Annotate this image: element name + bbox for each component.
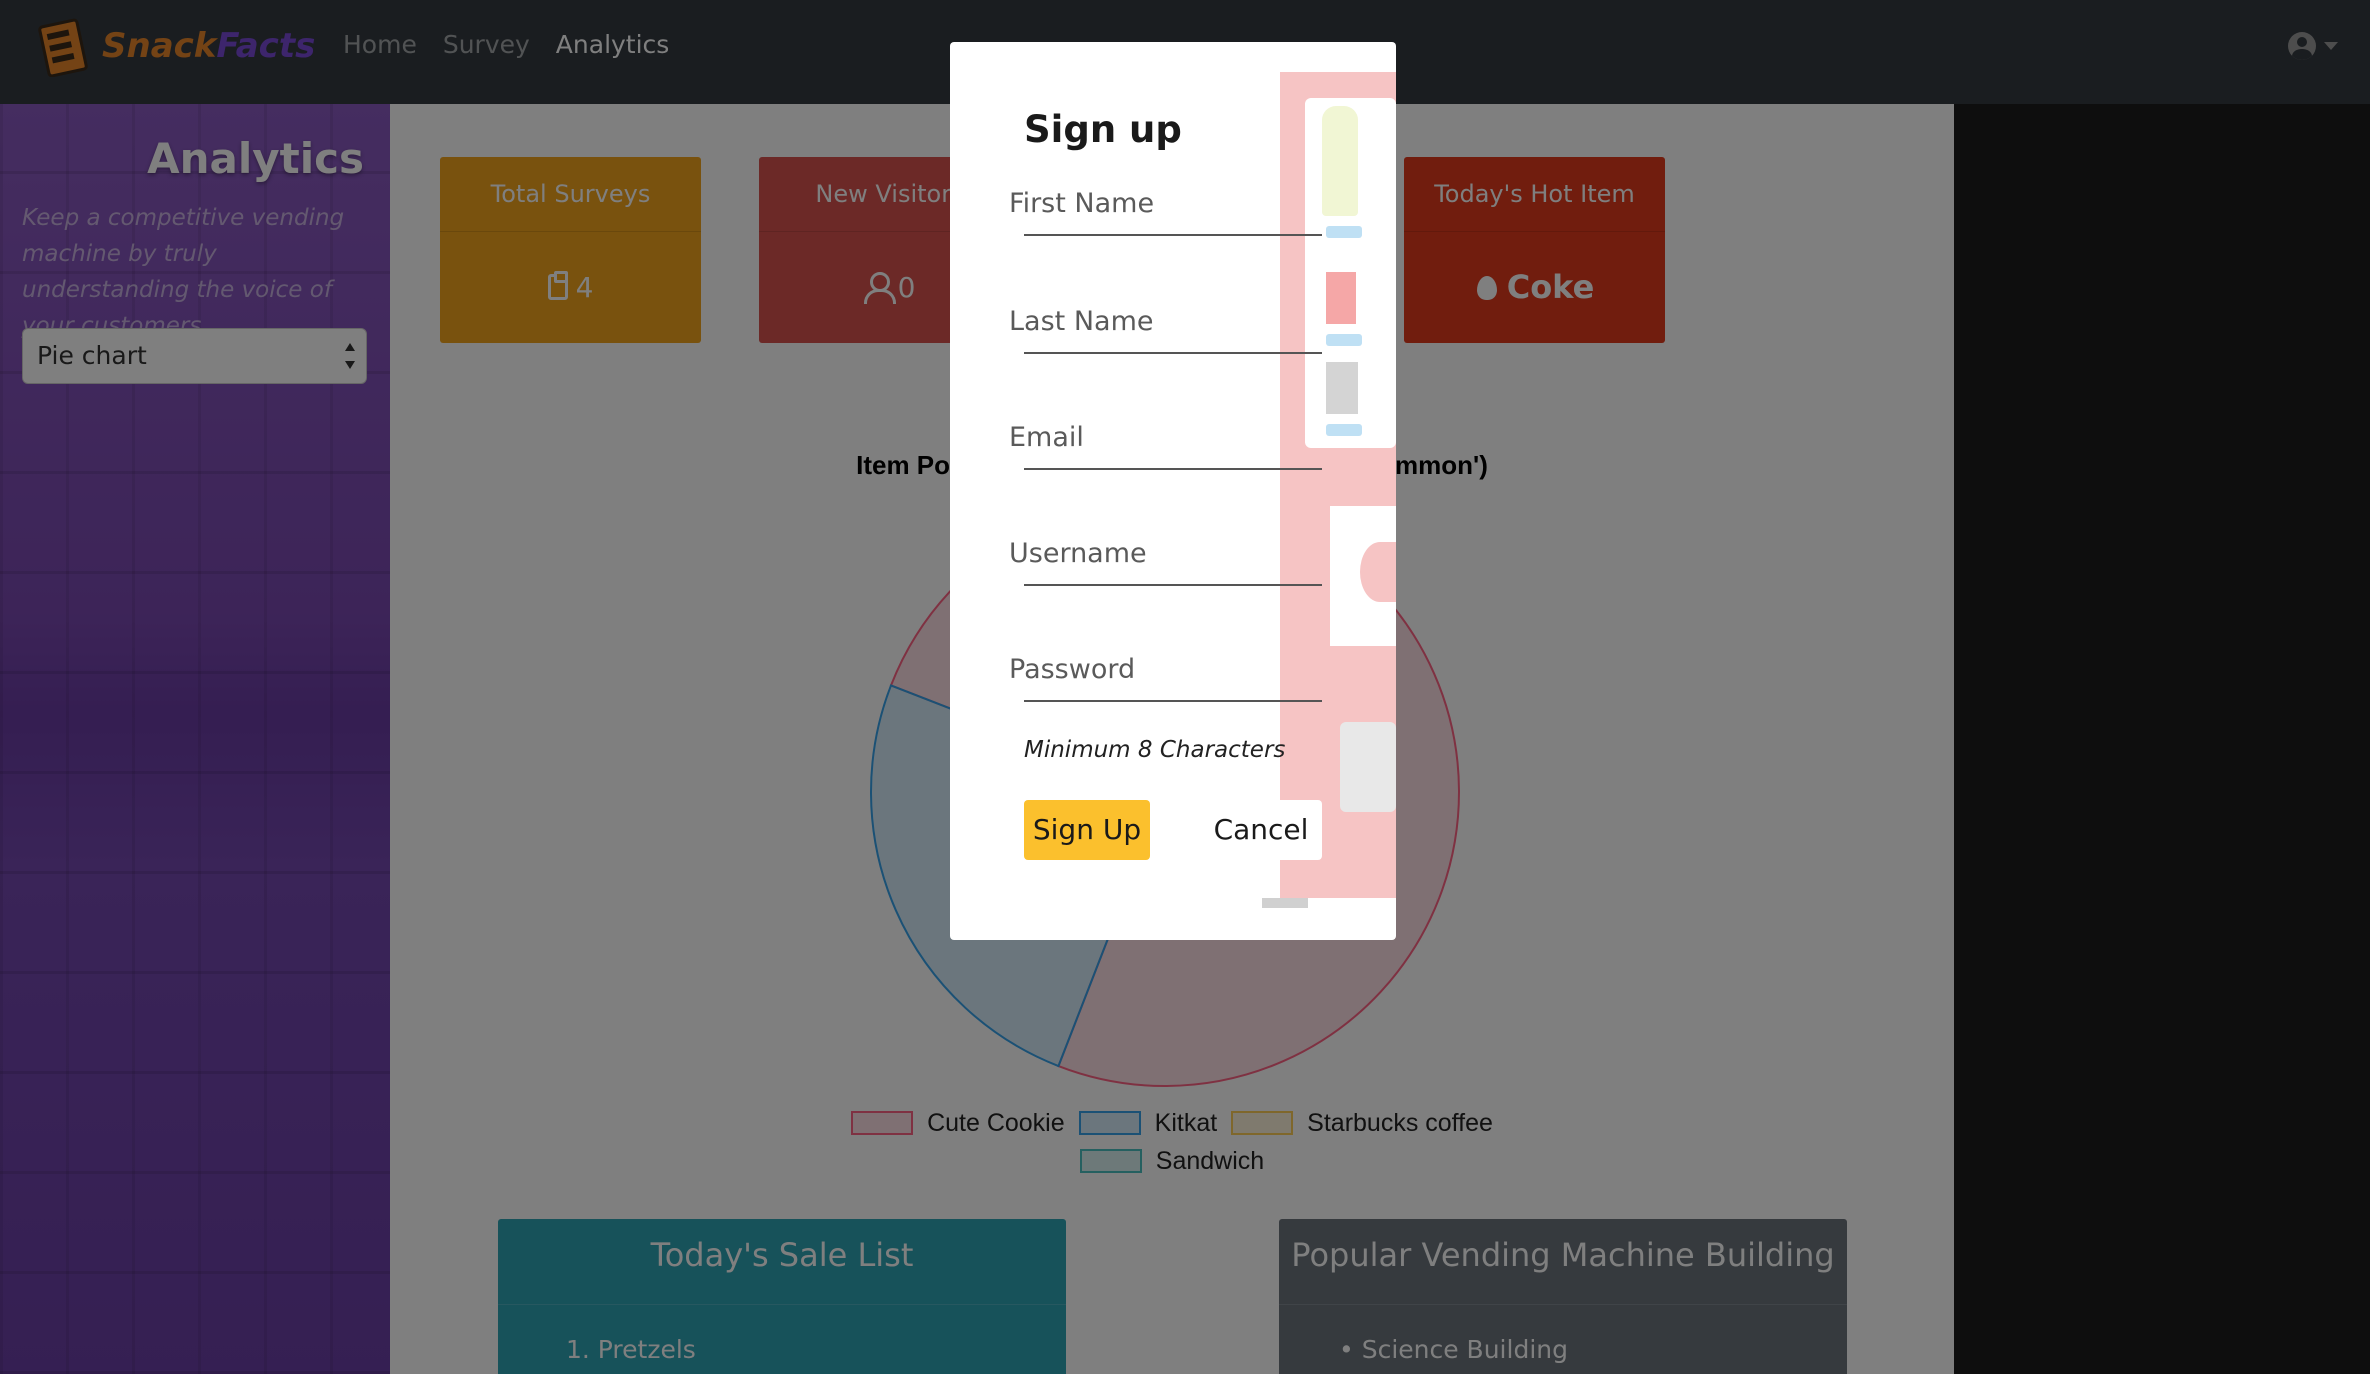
email-field[interactable]: Email — [1009, 410, 1322, 470]
modal-title: Sign up — [1024, 108, 1182, 151]
email-label: Email — [1009, 422, 1084, 453]
cancel-button[interactable]: Cancel — [1200, 800, 1322, 860]
username-field[interactable]: Username — [1009, 526, 1322, 586]
last-name-field[interactable]: Last Name — [1009, 294, 1322, 354]
sign-up-button[interactable]: Sign Up — [1024, 800, 1150, 860]
password-label: Password — [1009, 654, 1136, 685]
first-name-label: First Name — [1009, 188, 1155, 219]
first-name-field[interactable]: First Name — [1009, 176, 1322, 236]
password-field[interactable]: Password — [1009, 642, 1322, 702]
last-name-label: Last Name — [1009, 306, 1154, 337]
password-hint: Minimum 8 Characters — [1024, 737, 1286, 763]
username-label: Username — [1009, 538, 1147, 569]
signup-modal: Sign up First Name Last Name Email Usern… — [950, 42, 1396, 940]
